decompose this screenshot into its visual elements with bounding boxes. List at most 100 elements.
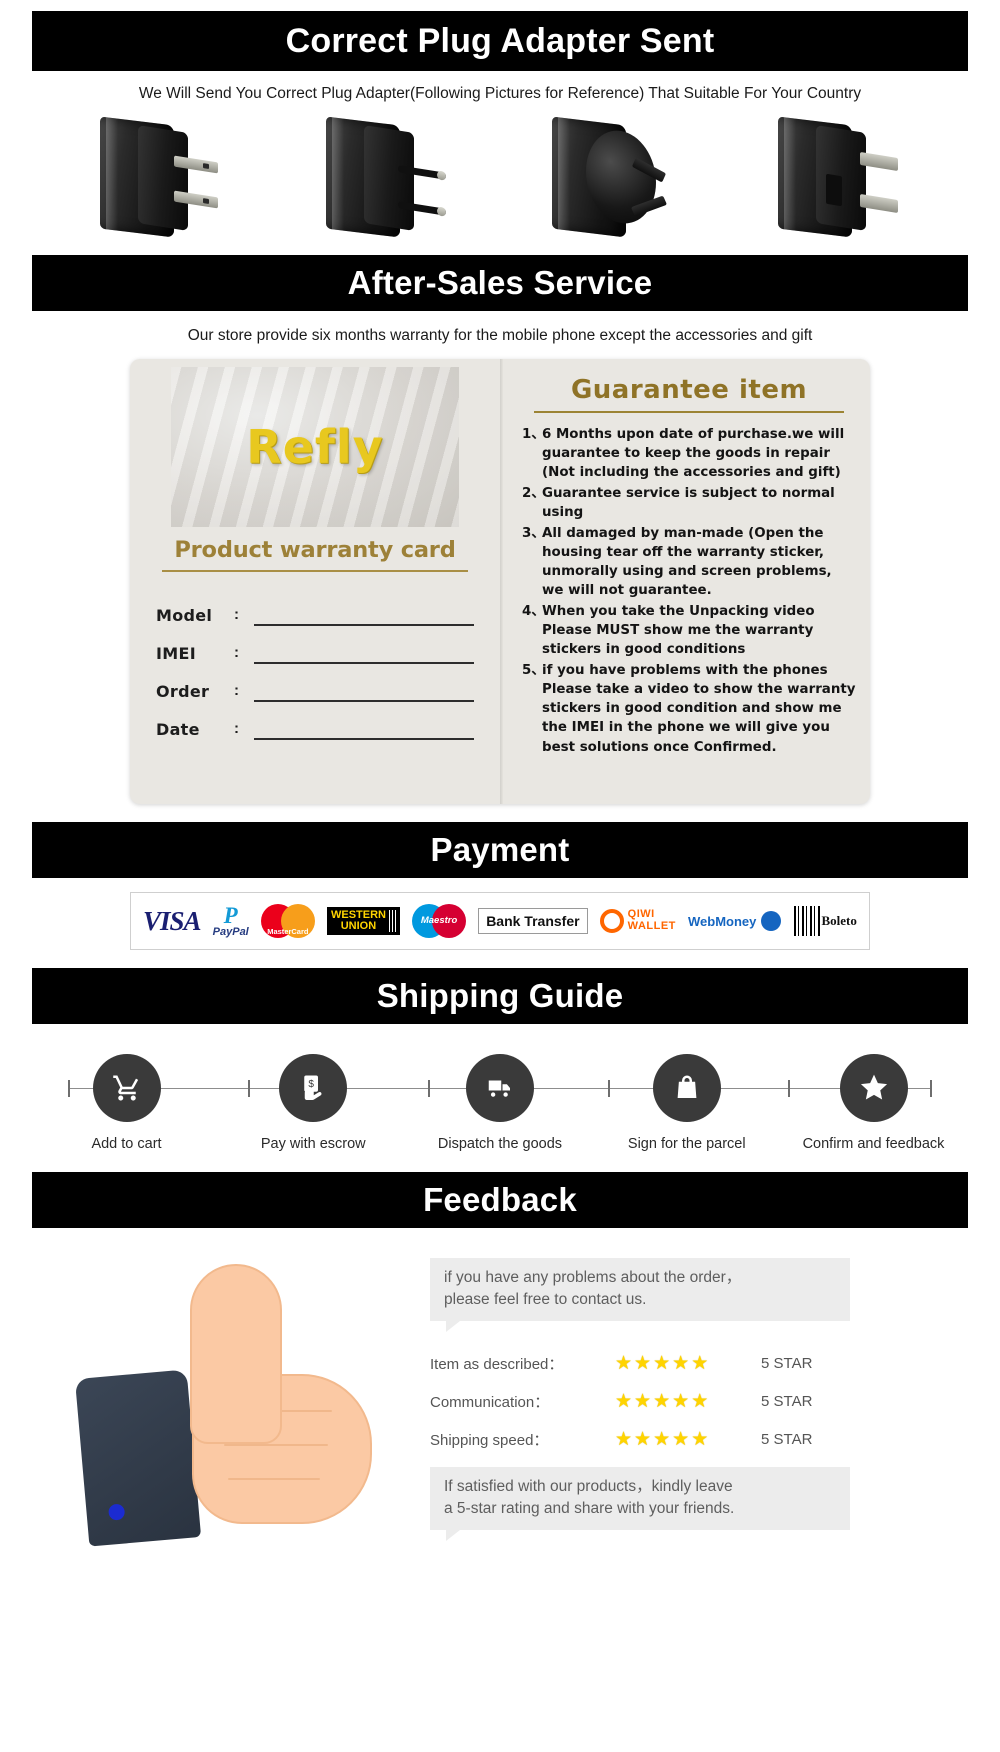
barcode-icon xyxy=(793,906,820,936)
field-label: IMEI xyxy=(156,644,196,663)
guarantee-item-title: Guarantee item xyxy=(570,375,808,405)
star-icon: ★ xyxy=(653,1428,671,1450)
rating-row-communication: Communication： ★ ★ ★ ★ ★ 5 STAR xyxy=(430,1391,850,1412)
us-plug-adapter xyxy=(94,116,229,247)
warranty-card-title-rule xyxy=(162,570,468,572)
qiwi-circle-icon xyxy=(599,909,624,933)
plug-adapter-gallery xyxy=(0,116,1000,247)
field-underline xyxy=(254,662,474,664)
star-rating: ★ ★ ★ ★ ★ xyxy=(615,1354,743,1373)
plug-pin xyxy=(825,173,842,207)
brand-photo: Refly xyxy=(171,367,459,527)
uk-plug-adapter xyxy=(772,116,907,247)
star-rating: ★ ★ ★ ★ ★ xyxy=(615,1392,743,1411)
shipping-step-confirm-and-feedback: Confirm and feedback xyxy=(791,1042,956,1152)
svg-text:$: $ xyxy=(309,1079,315,1090)
field-label: Order xyxy=(156,682,210,701)
warranty-card-right: Guarantee item 1、 6 Months upon date of … xyxy=(500,359,870,804)
field-colon: : xyxy=(234,682,239,699)
rating-label: Shipping speed： xyxy=(430,1431,549,1449)
star-icon: ★ xyxy=(691,1390,709,1412)
brand-name: Refly xyxy=(246,420,384,474)
rating-value: 5 STAR xyxy=(761,1354,813,1372)
list-item: 1、 6 Months upon date of purchase.we wil… xyxy=(522,425,856,482)
feedback-content: if you have any problems about the order… xyxy=(0,1244,1000,1547)
western-union-logo: WESTERN UNION xyxy=(326,907,400,935)
list-item-text: When you take the Unpacking video Please… xyxy=(542,604,815,658)
star-icon: ★ xyxy=(615,1390,633,1412)
payment-methods-bar: VISA P PayPal MasterCard WESTERN UNION M… xyxy=(130,892,870,950)
maestro-logo: Maestro xyxy=(412,904,467,938)
list-item-text: 6 Months upon date of purchase.we will g… xyxy=(542,427,845,481)
star-icon: ★ xyxy=(634,1390,652,1412)
list-item: 5、 if you have problems with the phones … xyxy=(522,661,856,756)
field-underline xyxy=(254,738,474,740)
list-item-number: 3、 xyxy=(522,526,545,542)
shipping-steps: Add to cart $ Pay with escrow Dispatch t… xyxy=(32,1042,968,1162)
guarantee-item-list: 1、 6 Months upon date of purchase.we wil… xyxy=(522,425,856,757)
rating-row-shipping-speed: Shipping speed： ★ ★ ★ ★ ★ 5 STAR xyxy=(430,1429,850,1450)
finger-crease xyxy=(228,1478,320,1480)
field-underline xyxy=(254,624,474,626)
webmoney-circle-icon xyxy=(761,911,782,931)
list-item: 4、 When you take the Unpacking video Ple… xyxy=(522,602,856,659)
delivery-truck-icon xyxy=(466,1054,534,1122)
plug-face xyxy=(363,125,414,231)
field-label: Date xyxy=(156,720,200,739)
shipping-step-label: Confirm and feedback xyxy=(802,1136,945,1152)
field-colon: : xyxy=(234,606,239,623)
field-colon: : xyxy=(234,644,239,661)
star-icon: ★ xyxy=(615,1352,633,1374)
western-union-bars-icon xyxy=(388,910,396,932)
phone-camera-dot xyxy=(107,1503,126,1521)
shipping-step-dispatch-the-goods: Dispatch the goods xyxy=(418,1042,583,1152)
rating-value: 5 STAR xyxy=(761,1430,813,1448)
after-sales-section-title: After-Sales Service xyxy=(32,255,968,311)
visa-logo: VISA xyxy=(143,905,202,936)
rating-row-item-as-described: Item as described： ★ ★ ★ ★ ★ 5 STAR xyxy=(430,1353,850,1374)
list-item-text: All damaged by man-made (Open the housin… xyxy=(542,526,832,599)
star-icon: ★ xyxy=(615,1428,633,1450)
shipping-step-add-to-cart: Add to cart xyxy=(44,1042,209,1152)
star-rating: ★ ★ ★ ★ ★ xyxy=(615,1430,743,1449)
feedback-section-title: Feedback xyxy=(32,1172,968,1228)
list-item: 2、 Guarantee service is subject to norma… xyxy=(522,484,856,522)
rating-label: Item as described： xyxy=(430,1355,564,1373)
star-icon: ★ xyxy=(691,1428,709,1450)
star-icon: ★ xyxy=(634,1352,652,1374)
shipping-step-pay-with-escrow: $ Pay with escrow xyxy=(231,1042,396,1152)
shipping-step-sign-for-the-parcel: Sign for the parcel xyxy=(604,1042,769,1152)
rating-value: 5 STAR xyxy=(761,1392,813,1410)
mastercard-logo: MasterCard xyxy=(260,904,315,938)
list-item-number: 1、 xyxy=(522,427,545,442)
paypal-logo: P PayPal xyxy=(212,903,249,938)
qiwi-wallet-logo: QIWI WALLET xyxy=(599,909,676,933)
warranty-field-model: Model : xyxy=(156,606,474,626)
star-icon: ★ xyxy=(672,1428,690,1450)
warranty-field-imei: IMEI : xyxy=(156,644,474,664)
feedback-panel: if you have any problems about the order… xyxy=(430,1258,850,1541)
star-icon: ★ xyxy=(653,1352,671,1374)
contact-bubble: if you have any problems about the order… xyxy=(430,1258,850,1332)
star-icon: ★ xyxy=(691,1352,709,1374)
warranty-field-date: Date : xyxy=(156,720,474,740)
payment-section-title: Payment xyxy=(32,822,968,878)
hand-illustration xyxy=(170,1264,372,1524)
warranty-card: Refly Product warranty card Model : IMEI… xyxy=(130,359,870,804)
list-item-text: Guarantee service is subject to normal u… xyxy=(542,486,835,521)
webmoney-logo: WebMoney xyxy=(688,911,782,931)
plug-face xyxy=(137,125,188,231)
shipping-section-title: Shipping Guide xyxy=(32,968,968,1024)
finger-crease xyxy=(224,1444,328,1446)
paypal-icon: P xyxy=(223,903,238,928)
plug-section-title: Correct Plug Adapter Sent xyxy=(32,11,968,71)
field-label: Model xyxy=(156,606,213,625)
shipping-step-label: Pay with escrow xyxy=(260,1136,366,1152)
hand-money-icon: $ xyxy=(279,1054,348,1122)
list-item-number: 2、 xyxy=(522,486,545,502)
list-item-text: if you have problems with the phones Ple… xyxy=(542,663,856,755)
warranty-card-title: Product warranty card xyxy=(174,537,456,563)
list-item-number: 5、 xyxy=(522,663,545,679)
warranty-card-fields: Model : IMEI : Order : Date : xyxy=(156,606,474,740)
shopping-bag-icon xyxy=(652,1054,721,1122)
